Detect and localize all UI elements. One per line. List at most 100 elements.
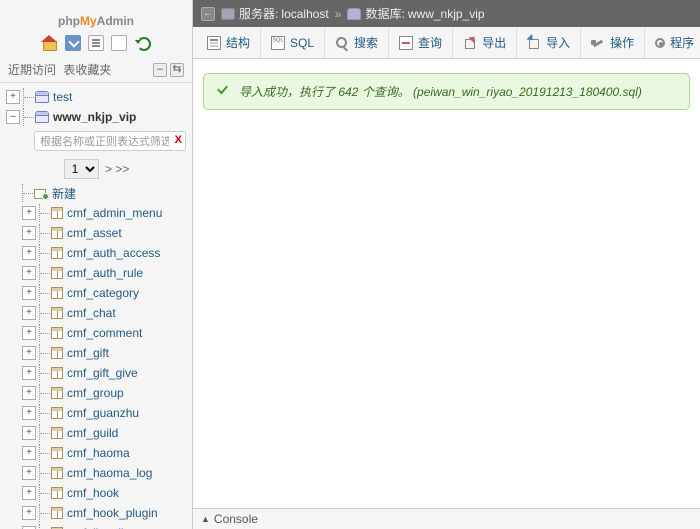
tree-table-row[interactable]: + cmf_hook [4, 483, 192, 503]
table-label[interactable]: cmf_gift [67, 346, 109, 360]
table-label[interactable]: cmf_auth_rule [67, 266, 143, 280]
tree-new-table[interactable]: 新建 [4, 183, 192, 203]
tree-table-row[interactable]: + cmf_asset [4, 223, 192, 243]
phpmyadmin-logo[interactable]: phpMyAdmin [0, 0, 192, 33]
table-label[interactable]: cmf_category [67, 286, 139, 300]
tree-table-row[interactable]: + cmf_group [4, 383, 192, 403]
db-label[interactable]: test [53, 90, 72, 104]
new-label[interactable]: 新建 [52, 185, 76, 202]
navigation-sidebar: phpMyAdmin 近期访问 表收藏夹 – ⇆ + [0, 0, 193, 529]
expand-toggle[interactable]: + [22, 426, 36, 440]
tab-import[interactable]: 导入 [517, 27, 581, 58]
sql-icon [271, 36, 285, 50]
tab-export[interactable]: 导出 [453, 27, 517, 58]
tab-operations[interactable]: 操作 [581, 27, 645, 58]
table-filter-input[interactable] [34, 131, 186, 151]
tree-db-active[interactable]: – www_nkjp_vip [4, 107, 192, 127]
table-label[interactable]: cmf_chat [67, 306, 116, 320]
collapse-all-button[interactable]: – [153, 63, 167, 77]
expand-toggle[interactable]: + [22, 366, 36, 380]
tree-db-test[interactable]: + test [4, 87, 192, 107]
expand-toggle[interactable]: + [22, 206, 36, 220]
tab-structure[interactable]: 结构 [197, 27, 261, 58]
table-label[interactable]: cmf_hook [67, 486, 119, 500]
reload-icon[interactable] [135, 35, 151, 51]
table-icon [51, 467, 63, 479]
table-icon [51, 227, 63, 239]
table-label[interactable]: cmf_hook_plugin [67, 506, 158, 520]
expand-toggle[interactable]: + [22, 266, 36, 280]
table-icon [51, 347, 63, 359]
bc-server-label: 服务器: [239, 5, 278, 22]
unlink-button[interactable]: ⇆ [170, 63, 184, 77]
logout-icon[interactable] [65, 35, 81, 51]
table-label[interactable]: cmf_guild [67, 426, 118, 440]
expand-toggle[interactable]: + [22, 286, 36, 300]
table-icon [51, 327, 63, 339]
table-label[interactable]: cmf_comment [67, 326, 142, 340]
tree-table-row[interactable]: + cmf_category [4, 283, 192, 303]
tree-table-row[interactable]: +cmf_jiangli [4, 523, 192, 529]
tree-table-row[interactable]: + cmf_gift_give [4, 363, 192, 383]
expand-toggle[interactable]: + [22, 246, 36, 260]
db-label[interactable]: www_nkjp_vip [53, 110, 136, 124]
tree-table-row[interactable]: + cmf_haoma [4, 443, 192, 463]
tab-query[interactable]: 查询 [389, 27, 453, 58]
tree-table-row[interactable]: + cmf_admin_menu [4, 203, 192, 223]
expand-toggle[interactable]: + [22, 506, 36, 520]
expand-toggle[interactable]: + [22, 486, 36, 500]
bc-db-link[interactable]: www_nkjp_vip [408, 7, 485, 21]
table-icon [51, 287, 63, 299]
tab-search[interactable]: 搜索 [325, 27, 389, 58]
home-icon[interactable] [41, 35, 57, 51]
breadcrumb: ← 服务器: localhost » 数据库: www_nkjp_vip [193, 0, 700, 27]
expand-toggle[interactable]: + [22, 446, 36, 460]
tree-table-row[interactable]: + cmf_haoma_log [4, 463, 192, 483]
expand-toggle[interactable]: + [22, 406, 36, 420]
recent-link[interactable]: 近期访问 [8, 63, 56, 77]
bc-server-link[interactable]: localhost [281, 7, 328, 21]
page-select[interactable]: 1 [64, 159, 99, 179]
table-label[interactable]: cmf_auth_access [67, 246, 160, 260]
collapse-toggle[interactable]: – [6, 110, 20, 124]
tree-table-row[interactable]: + cmf_comment [4, 323, 192, 343]
tree-table-row[interactable]: + cmf_auth_access [4, 243, 192, 263]
tree-table-row[interactable]: + cmf_auth_rule [4, 263, 192, 283]
console-bar[interactable]: ▲ Console [193, 508, 700, 529]
tree-table-row[interactable]: + cmf_gift [4, 343, 192, 363]
tree-table-row[interactable]: + cmf_guanzhu [4, 403, 192, 423]
table-label[interactable]: cmf_group [67, 386, 124, 400]
expand-toggle[interactable]: + [6, 90, 20, 104]
clear-filter-icon[interactable]: X [175, 134, 182, 146]
nav-collapse-button[interactable]: ← [201, 7, 215, 21]
import-icon [527, 36, 541, 50]
table-label[interactable]: cmf_admin_menu [67, 206, 162, 220]
tree-table-row[interactable]: + cmf_hook_plugin [4, 503, 192, 523]
new-table-icon [34, 187, 48, 199]
favorites-link[interactable]: 表收藏夹 [63, 63, 111, 77]
next-page-button[interactable]: > >> [105, 162, 129, 176]
structure-icon [207, 36, 221, 50]
table-label[interactable]: cmf_haoma_log [67, 466, 152, 480]
tree-table-row[interactable]: + cmf_chat [4, 303, 192, 323]
docs-icon[interactable] [111, 35, 127, 51]
tab-routines[interactable]: 程序 [645, 27, 700, 58]
table-label[interactable]: cmf_asset [67, 226, 122, 240]
table-label[interactable]: cmf_guanzhu [67, 406, 139, 420]
expand-toggle[interactable]: + [22, 326, 36, 340]
tab-sql[interactable]: SQL [261, 27, 325, 58]
table-icon [51, 307, 63, 319]
table-label[interactable]: cmf_haoma [67, 446, 130, 460]
tree-table-row[interactable]: + cmf_guild [4, 423, 192, 443]
query-icon [399, 36, 413, 50]
search-icon [335, 36, 349, 50]
query-window-icon[interactable] [88, 35, 104, 51]
server-icon [221, 8, 235, 20]
expand-toggle[interactable]: + [22, 306, 36, 320]
table-label[interactable]: cmf_gift_give [67, 366, 138, 380]
expand-toggle[interactable]: + [22, 386, 36, 400]
expand-toggle[interactable]: + [22, 226, 36, 240]
expand-toggle[interactable]: + [22, 466, 36, 480]
expand-toggle[interactable]: + [22, 346, 36, 360]
console-toggle-icon[interactable]: ▲ [201, 514, 210, 524]
